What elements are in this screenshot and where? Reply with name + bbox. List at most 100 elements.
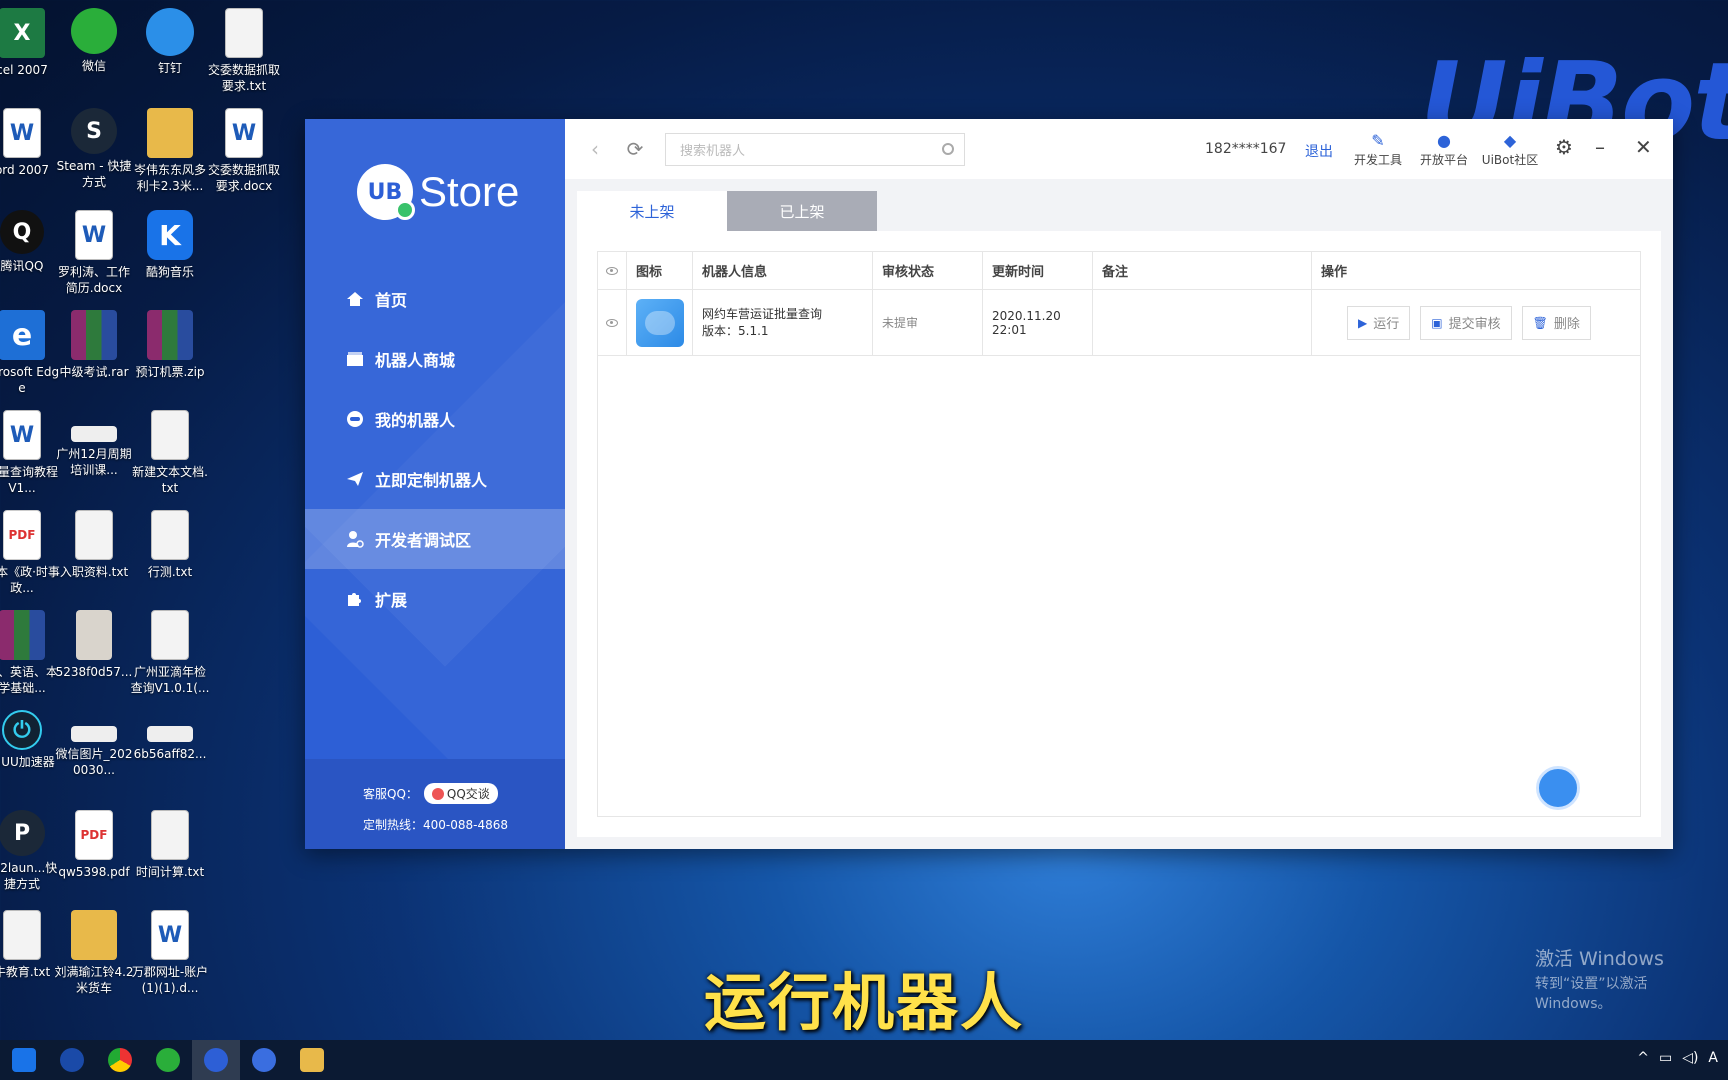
submit-review-button[interactable]: ▣ 提交审核 (1420, 305, 1512, 340)
submit-icon: ▣ (1431, 315, 1443, 330)
desktop-icon[interactable]: S Steam - 快捷方式 (54, 104, 134, 190)
word-doc-icon: W (3, 410, 41, 460)
desktop-icon-label: 6b56aff82... (133, 747, 207, 761)
desktop-icon[interactable]: Pso2laun...快捷方式 (0, 806, 62, 892)
desktop-icon[interactable]: 中级考试.rar (54, 306, 134, 380)
word-icon: W (3, 108, 41, 158)
puzzle-icon (345, 589, 365, 609)
desktop-icon[interactable]: 6b56aff82... (130, 706, 210, 762)
chevron-up-icon[interactable]: ^ (1637, 1050, 1649, 1066)
desktop-icon-label: 广州12月周期培训课... (56, 447, 132, 477)
nav-item-developer-debug[interactable]: 开发者调试区 (305, 509, 565, 569)
desktop-icon[interactable]: 岑伟东东风多利卡2.3米... (130, 104, 210, 194)
desktop-icon[interactable]: 交委数据抓取要求.txt (204, 4, 284, 94)
nav-item-my-robots[interactable]: 我的机器人 (305, 389, 565, 449)
user-phone: 182****167 (1205, 141, 1287, 157)
desktop-icon-label: Steam - 快捷方式 (56, 159, 132, 189)
network-icon[interactable]: ▭ (1659, 1050, 1672, 1066)
play-icon: ▶ (1358, 315, 1368, 330)
desktop-icon[interactable]: Word 2007 (0, 104, 62, 178)
image-icon (147, 726, 193, 742)
table-row: 网约车营运证批量查询 版本：5.1.1 未提审 2020.11.20 22:01… (598, 290, 1640, 356)
desktop-icon[interactable]: e licrosoft Edge (0, 306, 62, 396)
desktop-icon[interactable]: 钉钉 (130, 4, 210, 76)
desktop-icon-label: 新建文本文档.txt (132, 465, 208, 495)
text-file-icon (151, 510, 189, 560)
search-taskbar-icon[interactable] (48, 1040, 96, 1080)
desktop-icon[interactable]: 广州12月周期培训课... (54, 406, 134, 478)
desktop-icon[interactable]: PDF qw5398.pdf (54, 806, 134, 880)
content: 未上架 已上架 图标 机器人信息 审核状态 更新时间 备注 操作 网约车营运证批… (577, 191, 1661, 837)
tab-listed[interactable]: 已上架 (727, 191, 877, 231)
delete-button[interactable]: 🗑 删除 (1521, 305, 1591, 340)
review-status: 未提审 (873, 290, 983, 355)
desktop-icon[interactable]: ⏻ 易UU加速器 (0, 706, 62, 770)
nav-item-extension[interactable]: 扩展 (305, 569, 565, 629)
home-icon (345, 289, 365, 309)
desktop-icon[interactable]: 预订机票.zip (130, 306, 210, 380)
volume-icon[interactable]: ◁) (1682, 1050, 1698, 1066)
desktop-icon[interactable]: 入职资料.txt (54, 506, 134, 580)
minimize-icon[interactable]: – (1595, 135, 1605, 159)
desktop-icon[interactable]: W 交委数据抓取要求.docx (204, 104, 284, 194)
desktop-icon-label: qw5398.pdf (58, 865, 130, 879)
submit-label: 提交审核 (1448, 317, 1501, 332)
ime-icon[interactable]: A (1708, 1050, 1718, 1066)
desktop-icon[interactable]: PDF 升本《政·时事政... (0, 506, 62, 596)
col-updated: 更新时间 (983, 252, 1093, 289)
search-icon[interactable] (942, 143, 954, 155)
desktop-icon[interactable]: 微信 (54, 4, 134, 74)
desktop-icon[interactable]: Xcel 2007 (0, 4, 62, 78)
close-icon[interactable]: ✕ (1635, 135, 1652, 159)
desktop-icon[interactable]: W 批量查询教程V1... (0, 406, 62, 496)
nav-item-home[interactable]: 首页 (305, 269, 565, 329)
run-button[interactable]: ▶ 运行 (1347, 305, 1411, 340)
text-file-icon (75, 510, 113, 560)
robot-icon (345, 409, 365, 429)
nav-item-robot-store[interactable]: 机器人商城 (305, 329, 565, 389)
desktop-icon[interactable]: 行测.txt (130, 506, 210, 580)
desktop-icon[interactable]: 台、英语、本学基础... (0, 606, 62, 696)
desktop-icon[interactable]: K 酷狗音乐 (130, 206, 210, 280)
desktop-icon[interactable]: Q 腾讯QQ (0, 206, 62, 274)
gear-icon[interactable]: ⚙ (1555, 135, 1573, 159)
wechat-taskbar-icon[interactable] (144, 1040, 192, 1080)
open-platform-button[interactable]: ● 开放平台 (1411, 131, 1477, 168)
desktop-icon-label: 微信图片_2020030... (55, 747, 133, 777)
chrome-taskbar-icon[interactable] (96, 1040, 144, 1080)
eye-icon[interactable] (598, 290, 627, 355)
logout-link[interactable]: 退出 (1305, 141, 1333, 161)
qq-chat-button[interactable]: QQ交谈 (423, 783, 498, 804)
community-button[interactable]: ◆ UiBot社区 (1477, 131, 1543, 168)
desktop-icon[interactable]: 广州亚滴年检查询V1.0.1(... (130, 606, 210, 696)
uibot-store-taskbar-icon[interactable] (192, 1040, 240, 1080)
topbar: ‹ ⟳ 搜索机器人 182****167 退出 ✎ 开发工具 ● 开放平台 ◆ … (565, 119, 1673, 179)
floating-assistant-button[interactable] (1536, 766, 1580, 810)
desktop-icon-label: so2laun...快捷方式 (0, 861, 58, 891)
actions-cell: ▶ 运行 ▣ 提交审核 🗑 删除 (1312, 290, 1640, 355)
desktop-icon-label: 酷狗音乐 (145, 265, 194, 279)
desktop-icon[interactable]: 时间计算.txt (130, 806, 210, 880)
steam-icon: S (71, 108, 117, 154)
dev-tools-button[interactable]: ✎ 开发工具 (1345, 131, 1411, 168)
image-icon (71, 726, 117, 742)
kugou-taskbar-icon[interactable] (0, 1040, 48, 1080)
search-input[interactable]: 搜索机器人 (665, 132, 965, 166)
tab-unlisted[interactable]: 未上架 (577, 191, 727, 231)
nav-label: 开发者调试区 (375, 531, 472, 550)
file-explorer-taskbar-icon[interactable] (288, 1040, 336, 1080)
desktop-icon[interactable]: 新建文本文档.txt (130, 406, 210, 496)
desktop-icon[interactable]: W 罗利涛、工作简历.docx (54, 206, 134, 296)
nav-item-custom-robot[interactable]: 立即定制机器人 (305, 449, 565, 509)
refresh-icon[interactable]: ⟳ (625, 137, 645, 161)
community-icon: ◆ (1503, 130, 1517, 150)
desktop-icon[interactable]: 微信图片_2020030... (54, 706, 134, 778)
desktop-icon[interactable]: 5238f0d57... (54, 606, 134, 680)
pdf-icon: PDF (75, 810, 113, 860)
desktop-icon-label: 易UU加速器 (0, 755, 55, 769)
uibot-taskbar-icon[interactable] (240, 1040, 288, 1080)
back-arrow-icon[interactable]: ‹ (585, 137, 605, 161)
text-file-icon (151, 810, 189, 860)
col-icon: 图标 (627, 252, 693, 289)
desktop-icon-label: 微信 (81, 59, 106, 73)
